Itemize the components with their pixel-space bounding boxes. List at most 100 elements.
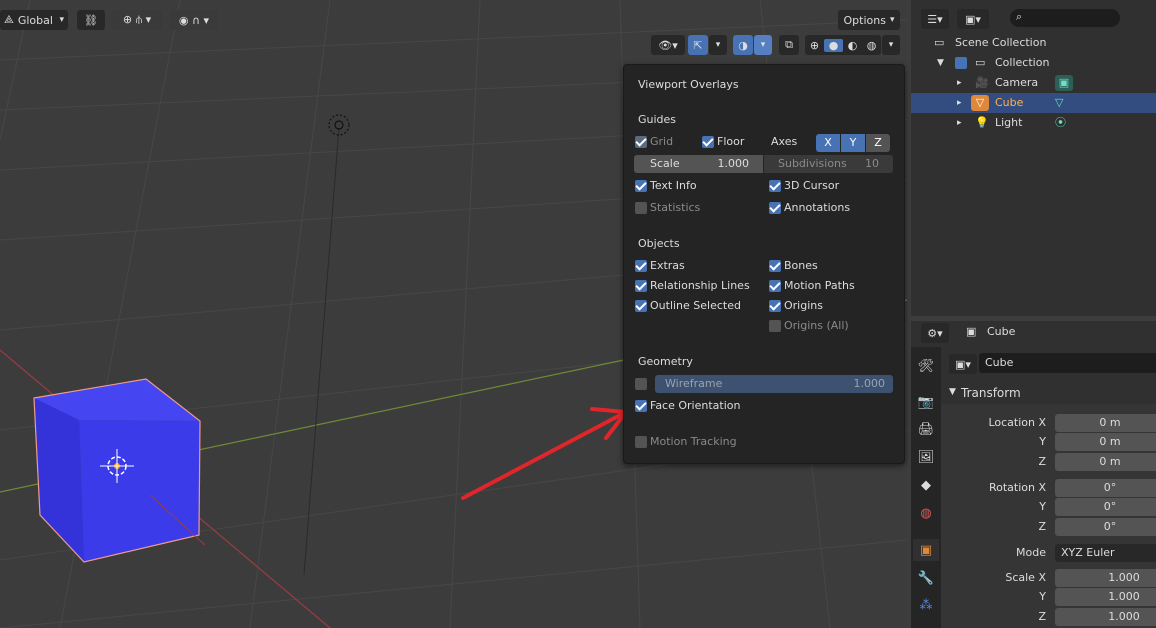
particles-tab-icon[interactable]: ⁂ xyxy=(913,594,939,616)
objects-heading: Objects xyxy=(638,237,680,250)
shading-dropdown[interactable]: ▾ xyxy=(882,35,900,55)
expand-arrow-icon[interactable]: ▸ xyxy=(957,93,962,113)
editor-type-dropdown[interactable]: ☰▾ xyxy=(921,9,949,29)
editor-type-dropdown[interactable]: ⚙▾ xyxy=(921,323,949,343)
subdivisions-value: 10 xyxy=(865,157,879,170)
visibility-dropdown[interactable]: 👁▾ xyxy=(651,35,685,55)
tool-tab-icon[interactable]: 🛠 xyxy=(913,355,939,377)
motion-tracking-checkbox[interactable] xyxy=(635,436,647,448)
modifier-tab-icon[interactable]: 🔧 xyxy=(913,567,939,589)
options-dropdown[interactable]: Options ▾ xyxy=(838,10,900,30)
viewport-overlays-popover: Viewport Overlays Guides Grid Floor Axes… xyxy=(623,64,905,464)
rotation-mode-dropdown[interactable]: XYZ Euler xyxy=(1055,544,1156,562)
outliner-item-light[interactable]: ▸ 💡 Light ⦿ xyxy=(911,113,1156,133)
outliner-search-input[interactable]: ⌕ xyxy=(1010,9,1120,27)
3d-cursor-checkbox[interactable] xyxy=(769,180,781,192)
popover-title: Viewport Overlays xyxy=(638,78,739,91)
light-data-icon[interactable]: ⦿ xyxy=(1055,113,1066,133)
collection-row[interactable]: ▼ ▭ Collection xyxy=(911,53,1156,73)
cube-object xyxy=(33,378,206,563)
bones-checkbox[interactable] xyxy=(769,260,781,272)
proportional-edit-button[interactable]: ◉ ∩ ▾ xyxy=(170,10,218,30)
outliner-item-camera[interactable]: ▸ 🎥 Camera ▣ xyxy=(911,73,1156,93)
location-x-label: Location X xyxy=(988,416,1046,429)
context-object-name: Cube xyxy=(987,325,1016,338)
relationship-lines-checkbox[interactable] xyxy=(635,280,647,292)
overlays-dropdown[interactable]: ▾ xyxy=(754,35,772,55)
expand-arrow-icon[interactable]: ▸ xyxy=(957,73,962,93)
floor-checkbox[interactable] xyxy=(702,136,714,148)
statistics-label: Statistics xyxy=(650,201,701,214)
snap-icon: ⊕ ⫛ ▾ xyxy=(122,13,152,26)
scale-x-field[interactable]: 1.000 xyxy=(1055,569,1156,587)
wireframe-slider[interactable]: Wireframe 1.000 xyxy=(655,375,893,393)
rotation-z-field[interactable]: 0° xyxy=(1055,518,1156,536)
rotation-x-field[interactable]: 0° xyxy=(1055,479,1156,497)
outliner-item-cube[interactable]: ▸ ▽ Cube ▽ xyxy=(911,93,1156,113)
scene-tab-icon[interactable]: ◆ xyxy=(913,474,939,496)
text-info-label: Text Info xyxy=(650,179,697,192)
origins-checkbox[interactable] xyxy=(769,300,781,312)
outliner-icon: ☰▾ xyxy=(927,12,943,26)
camera-data-icon[interactable]: ▣ xyxy=(1055,75,1073,91)
face-orientation-checkbox[interactable] xyxy=(635,400,647,412)
transform-orientation-dropdown[interactable]: ⟁ Global ▾ xyxy=(0,10,68,30)
rotation-y-field[interactable]: 0° xyxy=(1055,498,1156,516)
text-info-checkbox[interactable] xyxy=(635,180,647,192)
overlays-toggle[interactable]: ◑ xyxy=(733,35,753,55)
world-tab-icon[interactable]: ◍ xyxy=(913,502,939,524)
gizmo-toggle[interactable]: ⇱ xyxy=(688,35,708,55)
extras-checkbox[interactable] xyxy=(635,260,647,272)
xray-toggle[interactable]: ⧉ xyxy=(779,35,799,55)
display-mode-dropdown[interactable]: ▣▾ xyxy=(957,9,989,29)
origins-all-label: Origins (All) xyxy=(784,319,849,332)
scale-label: Scale xyxy=(650,157,680,170)
scale-field[interactable]: Scale 1.000 xyxy=(634,155,763,173)
gizmo-dropdown[interactable]: ▾ xyxy=(709,35,727,55)
location-y-field[interactable]: 0 m xyxy=(1055,433,1156,451)
chevron-down-icon: ▾ xyxy=(715,40,721,50)
object-type-dropdown[interactable]: ▣▾ xyxy=(949,354,977,374)
location-z-field[interactable]: 0 m xyxy=(1055,453,1156,471)
origins-all-checkbox[interactable] xyxy=(769,320,781,332)
expand-arrow-icon[interactable]: ▸ xyxy=(957,113,962,133)
display-mode-icon: ▣▾ xyxy=(965,12,981,26)
camera-line xyxy=(303,127,340,576)
collapse-arrow-icon[interactable]: ▼ xyxy=(937,53,944,73)
geometry-heading: Geometry xyxy=(638,355,693,368)
axis-y-toggle[interactable]: Y xyxy=(841,134,865,152)
collapse-arrow-icon[interactable]: ▼ xyxy=(949,387,956,397)
annotations-checkbox[interactable] xyxy=(769,202,781,214)
wireframe-checkbox[interactable] xyxy=(635,378,647,390)
mesh-data-icon[interactable]: ▽ xyxy=(1055,93,1063,113)
annotation-arrow xyxy=(461,407,630,500)
outline-selected-checkbox[interactable] xyxy=(635,300,647,312)
camera-object-icon: 🎥 xyxy=(975,76,989,89)
axis-x-toggle[interactable]: X xyxy=(816,134,840,152)
render-tab-icon[interactable]: 📷 xyxy=(913,391,939,413)
transform-heading[interactable]: Transform xyxy=(961,386,1021,400)
motion-paths-checkbox[interactable] xyxy=(769,280,781,292)
collection-exclude-checkbox[interactable] xyxy=(955,57,967,69)
scene-collection-row[interactable]: ▭ Scene Collection xyxy=(911,33,1156,53)
output-tab-icon[interactable]: 🖨 xyxy=(913,418,939,440)
object-tab-icon[interactable]: ▣ xyxy=(913,539,939,561)
shading-mode-group[interactable]: ⊕ ● ◐ ◍ xyxy=(805,35,881,55)
scale-y-field[interactable]: 1.000 xyxy=(1055,588,1156,606)
statistics-checkbox[interactable] xyxy=(635,202,647,214)
rotation-z-label: Z xyxy=(1038,520,1046,533)
axis-z-toggle[interactable]: Z xyxy=(866,134,890,152)
grid-checkbox[interactable] xyxy=(635,136,647,148)
location-x-field[interactable]: 0 m xyxy=(1055,414,1156,432)
pivot-point-button[interactable]: ⛓ xyxy=(77,10,105,30)
view-layer-tab-icon[interactable]: 🖼 xyxy=(913,446,939,468)
rotation-mode-label: Mode xyxy=(1016,546,1046,559)
wireframe-value: 1.000 xyxy=(853,377,886,390)
scale-z-field[interactable]: 1.000 xyxy=(1055,608,1156,626)
rotation-x-label: Rotation X xyxy=(988,481,1046,494)
mesh-object-icon: ▽ xyxy=(971,95,989,111)
snap-button[interactable]: ⊕ ⫛ ▾ xyxy=(111,10,163,30)
object-name-field[interactable]: Cube xyxy=(979,353,1156,373)
outliner-header: ☰▾ ▣▾ ⌕ xyxy=(911,0,1156,36)
subdivisions-field[interactable]: Subdivisions 10 xyxy=(764,155,893,173)
